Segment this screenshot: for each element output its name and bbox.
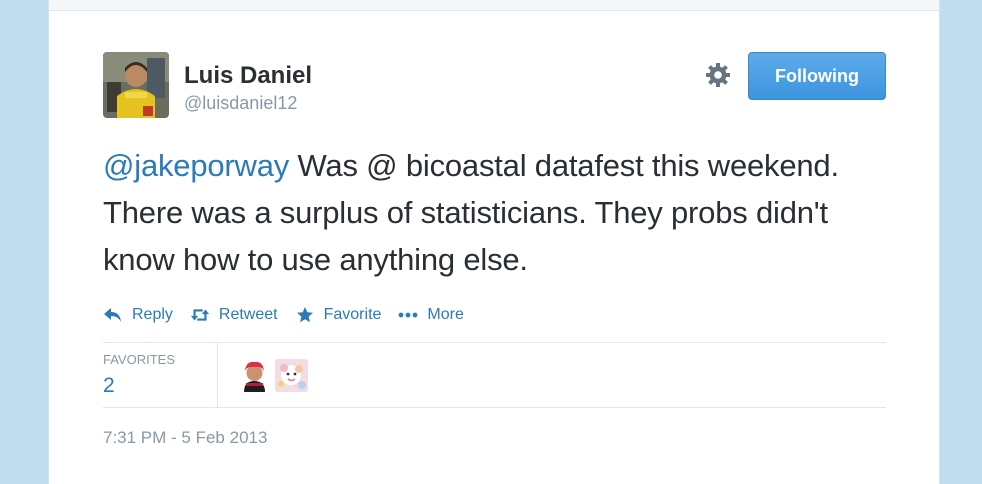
- tweet-card: Luis Daniel @luisdaniel12 Following @jak…: [48, 0, 940, 484]
- mention-link[interactable]: @jakeporway: [103, 148, 289, 183]
- favorites-count[interactable]: 2: [103, 374, 115, 398]
- author-handle[interactable]: @luisdaniel12: [184, 93, 297, 114]
- favoriter-avatar[interactable]: [238, 359, 271, 392]
- tweet-actions: Reply Retweet Favorite More: [103, 303, 481, 327]
- reply-action[interactable]: Reply: [103, 305, 173, 325]
- favorites-stat[interactable]: FAVORITES 2: [103, 343, 218, 407]
- retweet-label: Retweet: [218, 306, 278, 323]
- tweet-text: @jakeporway Was @ bicoastal datafest thi…: [103, 142, 883, 283]
- more-dots-icon: [398, 305, 418, 325]
- retweet-icon: [190, 305, 210, 325]
- tweet-timestamp[interactable]: 7:31 PM - 5 Feb 2013: [103, 428, 267, 448]
- top-bar: [49, 0, 939, 11]
- author-name[interactable]: Luis Daniel: [184, 62, 312, 90]
- tweet-stats: FAVORITES 2: [103, 342, 886, 408]
- following-button[interactable]: Following: [748, 52, 886, 100]
- more-label: More: [427, 306, 464, 323]
- reply-icon: [103, 305, 123, 325]
- favoriter-avatar[interactable]: [275, 359, 308, 392]
- gear-icon[interactable]: [705, 62, 731, 88]
- reply-label: Reply: [132, 306, 173, 323]
- favorites-label: FAVORITES: [103, 352, 175, 367]
- star-icon: [295, 305, 315, 325]
- favorite-label: Favorite: [323, 306, 382, 323]
- author-avatar[interactable]: [103, 52, 169, 118]
- favorite-action[interactable]: Favorite: [295, 305, 382, 325]
- retweet-action[interactable]: Retweet: [190, 305, 278, 325]
- more-action[interactable]: More: [398, 305, 464, 325]
